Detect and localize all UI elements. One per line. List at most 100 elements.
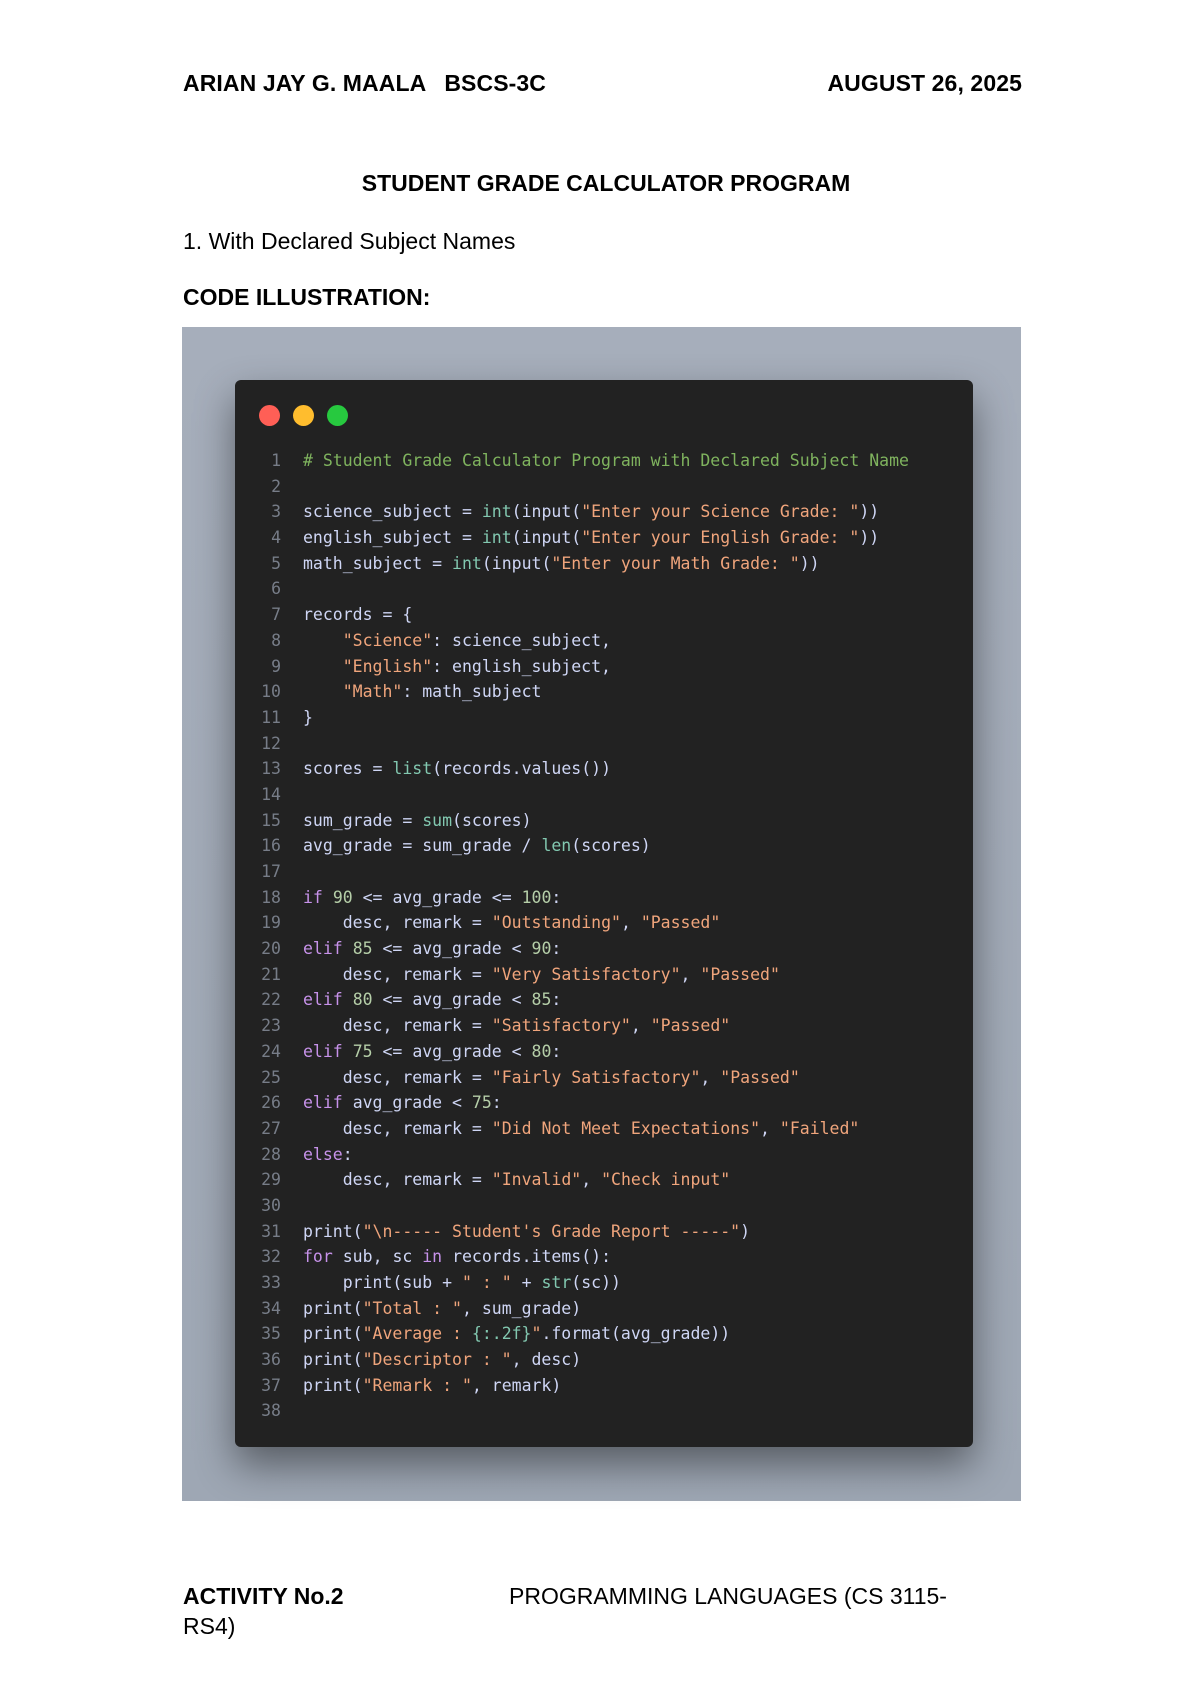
code-text: desc, remark = "Fairly Satisfactory", "P… (342, 1067, 800, 1087)
code-line: 38 (235, 1398, 973, 1424)
line-number: 30 (261, 1195, 281, 1215)
line-number: 16 (261, 836, 281, 856)
line-number: 20 (261, 939, 281, 959)
code-line: 19 desc, remark = "Outstanding", "Passed… (235, 910, 973, 936)
code-line: 10 "Math": math_subject (235, 679, 973, 705)
code-line: 33 print(sub + " : " + str(sc)) (235, 1270, 973, 1296)
code-text: desc, remark = "Did Not Meet Expectation… (342, 1118, 860, 1138)
code-text: math_subject = int(input("Enter your Mat… (303, 553, 820, 573)
page-title: STUDENT GRADE CALCULATOR PROGRAM (361, 170, 851, 196)
code-line: 18 if 90 <= avg_grade <= 100: (235, 885, 973, 911)
code-text: print(sub + " : " + str(sc)) (342, 1273, 621, 1292)
code-text: print("Descriptor : ", desc) (303, 1350, 582, 1370)
line-number: 4 (271, 528, 281, 548)
code-line: 20 elif 85 <= avg_grade < 90: (235, 936, 973, 962)
line-number: 27 (261, 1118, 281, 1138)
line-number: 34 (261, 1298, 281, 1318)
code-text: desc, remark = "Very Satisfactory", "Pas… (342, 964, 780, 984)
code-text: desc, remark = "Outstanding", "Passed" (342, 913, 721, 933)
line-number: 32 (261, 1247, 281, 1267)
line-number: 23 (261, 1016, 281, 1036)
code-line: 25 desc, remark = "Fairly Satisfactory",… (235, 1065, 973, 1091)
code-text: print("Average : {:.2f}".format(avg_grad… (303, 1324, 731, 1344)
line-number: 11 (261, 707, 281, 727)
code-line: 23 desc, remark = "Satisfactory", "Passe… (235, 1013, 973, 1039)
code-line: 11} (235, 705, 973, 731)
line-number: 12 (261, 733, 281, 753)
line-number: 21 (261, 964, 281, 984)
line-number: 25 (261, 1067, 281, 1087)
code-line: 3 science_subject = int(input("Enter your… (235, 499, 973, 525)
course-section: BSCS-3C (444, 70, 547, 96)
line-number: 26 (261, 1093, 281, 1113)
code-line: 17 (235, 859, 973, 885)
code-text: print("Total : ", sum_grade) (303, 1298, 582, 1318)
header-date: AUGUST 26, 2025 (827, 70, 1022, 96)
maximize-dot-icon (327, 405, 348, 426)
code-text: "English": english_subject, (342, 656, 611, 676)
line-number: 2 (271, 476, 281, 496)
window-controls (259, 405, 361, 426)
code-text: print("\n----- Student's Grade Report --… (303, 1221, 751, 1241)
code-line: 32 for sub, sc in records.items(): (235, 1244, 973, 1270)
line-number: 33 (261, 1273, 281, 1292)
line-number: 19 (261, 913, 281, 933)
code-line: 7 records = { (235, 602, 973, 628)
code-line: 36 print("Descriptor : ", desc) (235, 1347, 973, 1373)
line-number: 37 (261, 1375, 281, 1395)
line-number: 29 (261, 1170, 281, 1190)
code-line: 16 avg_grade = sum_grade / len(scores) (235, 833, 973, 859)
code-line: 13 scores = list(records.values()) (235, 756, 973, 782)
code-text: print("Remark : ", remark) (303, 1375, 562, 1395)
code-text: avg_grade = sum_grade / len(scores) (303, 836, 651, 856)
code-text: "Science": science_subject, (342, 630, 611, 650)
code-line: 14 (235, 782, 973, 808)
code-illustration-heading: CODE ILLUSTRATION: (183, 284, 431, 310)
code-text: records = { (303, 605, 413, 625)
minimize-dot-icon (293, 405, 314, 426)
footer-activity: ACTIVITY No.2 (183, 1583, 344, 1609)
line-number: 7 (271, 605, 281, 625)
line-number: 24 (261, 1041, 281, 1061)
line-number: 6 (271, 579, 281, 599)
code-text: for sub, sc in records.items(): (303, 1247, 612, 1267)
code-line: 37 print("Remark : ", remark) (235, 1373, 973, 1399)
line-number: 8 (271, 630, 281, 650)
line-number: 17 (261, 862, 281, 881)
code-line: 24 elif 75 <= avg_grade < 80: (235, 1039, 973, 1065)
code-text: scores = list(records.values()) (303, 759, 612, 779)
code-line: 35 print("Average : {:.2f}".format(avg_gr… (235, 1321, 973, 1347)
code-screenshot-backdrop: 1 # Student Grade Calculator Program with… (182, 327, 1021, 1501)
code-line: 9 "English": english_subject, (235, 654, 973, 680)
code-text: else: (303, 1144, 353, 1164)
code-line: 27 desc, remark = "Did Not Meet Expectat… (235, 1116, 973, 1142)
line-number: 10 (261, 682, 281, 702)
code-line: 28 else: (235, 1142, 973, 1168)
header-left: ARIAN JAY G. MAALA BSCS-3C (183, 70, 546, 97)
close-dot-icon (259, 405, 280, 426)
code-line: 31 print("\n----- Student's Grade Report … (235, 1219, 973, 1245)
code-block: 1 # Student Grade Calculator Program with… (235, 448, 973, 1424)
code-text: } (303, 707, 313, 727)
code-text: elif avg_grade < 75: (303, 1093, 502, 1113)
line-number: 15 (261, 810, 281, 830)
line-number: 3 (271, 502, 281, 522)
line-number: 14 (261, 784, 281, 804)
code-text: elif 80 <= avg_grade < 85: (303, 990, 562, 1010)
footer-subject: PROGRAMMING LANGUAGES (CS 3115- (509, 1583, 947, 1609)
line-number: 38 (261, 1401, 281, 1421)
code-text: desc, remark = "Invalid", "Check input" (342, 1170, 731, 1190)
code-line: 15 sum_grade = sum(scores) (235, 808, 973, 834)
line-number: 9 (271, 656, 281, 676)
code-text: # Student Grade Calculator Program with … (303, 451, 909, 470)
footer-subject-wrap: RS4) (183, 1613, 236, 1639)
code-text: if 90 <= avg_grade <= 100: (303, 887, 562, 907)
line-number: 1 (271, 451, 281, 470)
code-line: 1 # Student Grade Calculator Program with… (235, 448, 973, 474)
line-number: 22 (261, 990, 281, 1010)
line-number: 18 (261, 887, 281, 907)
line-number: 5 (271, 553, 281, 573)
line-number: 28 (261, 1144, 281, 1164)
code-line: 12 (235, 731, 973, 757)
code-line: 5 math_subject = int(input("Enter your Ma… (235, 551, 973, 577)
